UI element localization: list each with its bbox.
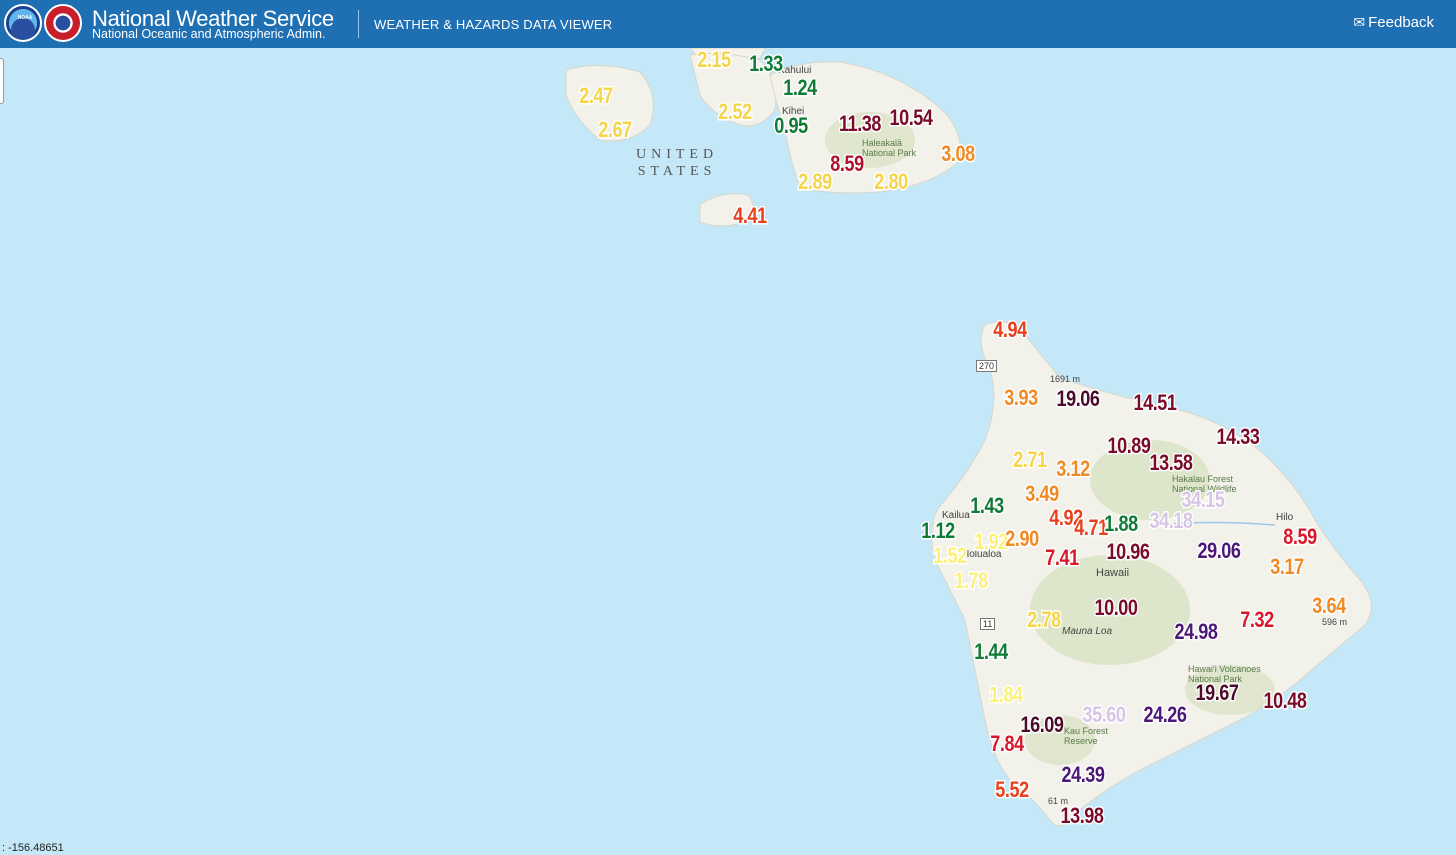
precip-value[interactable]: 5.52: [994, 776, 1030, 804]
route-shield-270: 270: [976, 360, 998, 372]
precip-value[interactable]: 14.51: [1132, 389, 1178, 417]
coordinate-readout: : -156.48651: [2, 842, 64, 854]
app-header: NOAA National Weather Service National O…: [0, 0, 1456, 48]
precip-value[interactable]: 10.96: [1105, 538, 1151, 566]
precip-value[interactable]: 4.41: [732, 202, 768, 230]
precip-value[interactable]: 11.38: [838, 110, 883, 138]
feedback-button[interactable]: ✉ Feedback: [1353, 14, 1434, 31]
precip-value[interactable]: 10.00: [1093, 594, 1139, 622]
precip-value[interactable]: 7.84: [989, 730, 1025, 758]
precip-value[interactable]: 1.78: [953, 567, 989, 595]
place-label-mauna-loa: Mauna Loa: [1062, 626, 1113, 637]
precip-value[interactable]: 19.06: [1055, 385, 1101, 413]
precip-value[interactable]: 2.90: [1004, 525, 1040, 553]
map-canvas[interactable]: Kahului Kihei Haleakalā National Park UN…: [0, 48, 1456, 855]
precip-value[interactable]: 19.67: [1194, 679, 1240, 707]
precip-value[interactable]: 2.47: [578, 82, 614, 110]
precip-value[interactable]: 3.12: [1055, 455, 1091, 483]
precip-value[interactable]: 1.52: [932, 542, 968, 570]
precip-value[interactable]: 16.09: [1019, 711, 1065, 739]
precip-value[interactable]: 0.95: [773, 112, 809, 140]
precip-value[interactable]: 3.93: [1003, 384, 1039, 412]
precip-value[interactable]: 2.78: [1026, 606, 1062, 634]
precip-value[interactable]: 3.17: [1269, 553, 1305, 581]
place-label-hilo: Hilo: [1276, 512, 1294, 523]
precip-value[interactable]: 2.52: [717, 98, 753, 126]
precip-value[interactable]: 7.41: [1044, 544, 1080, 572]
envelope-icon: ✉: [1353, 14, 1366, 30]
precip-value[interactable]: 4.94: [992, 316, 1028, 344]
nws-logo[interactable]: [44, 4, 82, 42]
precip-value[interactable]: 7.32: [1239, 606, 1275, 634]
side-panel-tab[interactable]: [0, 58, 4, 104]
precip-value[interactable]: 24.26: [1142, 701, 1188, 729]
basemap: [0, 48, 1456, 855]
app-title: WEATHER & HAZARDS DATA VIEWER: [374, 17, 613, 32]
noaa-logo[interactable]: NOAA: [4, 4, 42, 42]
place-label-haleakala: Haleakalā National Park: [862, 138, 917, 158]
precip-value[interactable]: 3.49: [1024, 480, 1060, 508]
precip-value[interactable]: 1.33: [748, 50, 784, 78]
precip-value[interactable]: 2.80: [873, 168, 909, 196]
precip-value[interactable]: 8.59: [829, 150, 865, 178]
place-label-hawaii: Hawaii: [1096, 567, 1130, 579]
precip-value[interactable]: 24.98: [1173, 618, 1219, 646]
precip-value[interactable]: 3.08: [940, 140, 976, 168]
precip-value[interactable]: 2.89: [797, 168, 833, 196]
noaa-logo-text: NOAA: [17, 15, 33, 21]
precip-value[interactable]: 10.89: [1106, 432, 1152, 460]
precip-value[interactable]: 10.54: [888, 104, 934, 132]
elevation-label-1691: 1691 m: [1050, 374, 1081, 384]
agency-subtitle: National Oceanic and Atmospheric Admin.: [92, 27, 326, 41]
country-label: UNITED STATES: [636, 146, 718, 180]
precip-value[interactable]: 3.64: [1311, 592, 1347, 620]
precip-value[interactable]: 2.15: [696, 48, 732, 74]
precip-value[interactable]: 1.43: [969, 492, 1005, 520]
header-divider: [358, 10, 359, 38]
precip-value[interactable]: 29.06: [1196, 537, 1242, 565]
country-label-line-2: STATES: [637, 164, 717, 179]
precip-value[interactable]: 1.84: [988, 681, 1024, 709]
precip-value[interactable]: 1.24: [782, 74, 818, 102]
precip-value[interactable]: 13.58: [1148, 449, 1194, 477]
precip-value[interactable]: 24.39: [1060, 761, 1106, 789]
precip-value[interactable]: 1.92: [973, 528, 1009, 556]
precip-value[interactable]: 2.67: [597, 116, 633, 144]
precip-value[interactable]: 1.88: [1103, 510, 1139, 538]
precip-value[interactable]: 35.60: [1081, 701, 1127, 729]
precip-value[interactable]: 4.71: [1073, 514, 1109, 542]
precip-value[interactable]: 1.44: [973, 638, 1009, 666]
place-label-kau-forest: Kau Forest Reserve: [1064, 726, 1109, 746]
country-label-line-1: UNITED: [636, 147, 719, 162]
feedback-label: Feedback: [1368, 14, 1434, 31]
precip-value[interactable]: 14.33: [1215, 423, 1261, 451]
precip-value[interactable]: 1.12: [920, 517, 956, 545]
precip-value[interactable]: 13.98: [1059, 802, 1105, 830]
precip-value[interactable]: 34.18: [1148, 507, 1194, 535]
route-shield-11: 11: [980, 618, 996, 630]
precip-value[interactable]: 2.71: [1012, 446, 1048, 474]
precip-value[interactable]: 10.48: [1262, 687, 1308, 715]
precip-value[interactable]: 8.59: [1282, 523, 1318, 551]
